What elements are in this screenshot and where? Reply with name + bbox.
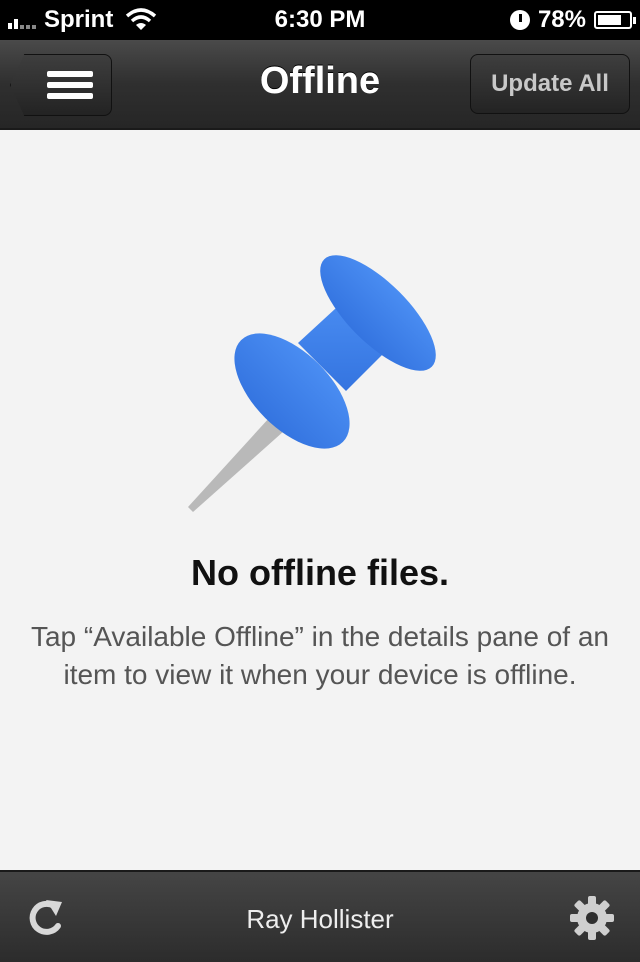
pushpin-icon: [188, 255, 436, 512]
gear-icon[interactable]: [570, 896, 614, 940]
user-name[interactable]: Ray Hollister: [0, 904, 640, 935]
status-right: 78%: [509, 6, 636, 34]
battery-icon: [594, 11, 636, 29]
status-bar: Sprint 6:30 PM 78%: [0, 0, 640, 40]
battery-percent: 78%: [537, 6, 586, 33]
alarm-clock-icon: [509, 10, 530, 30]
navigation-bar: Offline Update All: [0, 40, 640, 130]
bottom-toolbar: Ray Hollister: [0, 870, 640, 962]
update-all-button[interactable]: Update All: [470, 54, 630, 114]
battery-level-fill: [598, 15, 621, 25]
empty-state-message: Tap “Available Offline” in the details p…: [30, 621, 609, 690]
empty-state-title: No offline files.: [190, 552, 449, 593]
